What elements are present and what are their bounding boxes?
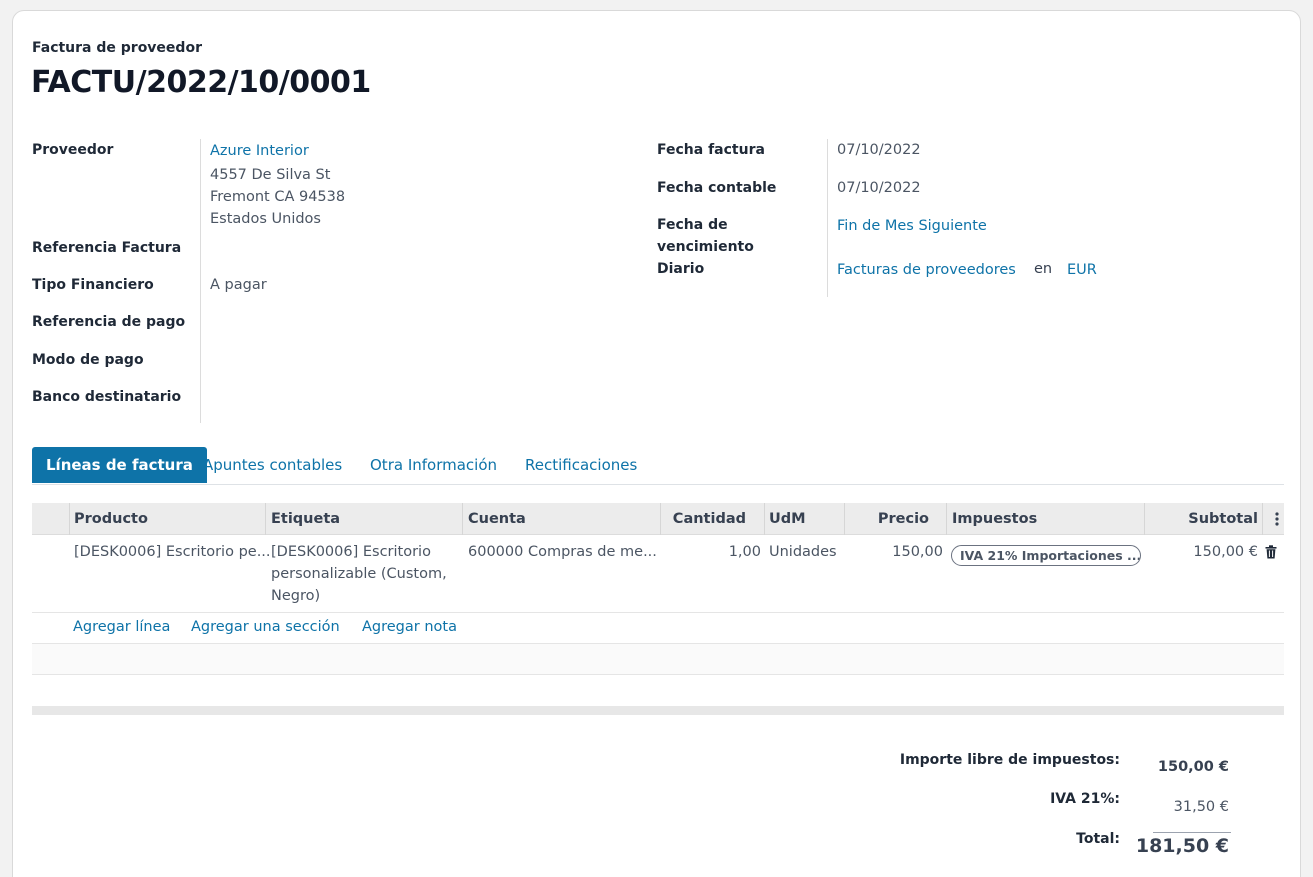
column-separator: [1144, 503, 1145, 535]
currency-link[interactable]: EUR: [1067, 262, 1097, 278]
tax-tag[interactable]: IVA 21% Importaciones ...: [951, 545, 1141, 566]
total-divider: [1153, 832, 1231, 833]
column-separator: [764, 503, 765, 535]
table-footer-bar: [32, 706, 1284, 715]
vendor-city: Fremont CA 94538: [210, 189, 346, 205]
due-date-label: Fecha de: [657, 217, 728, 233]
col-header-quantity[interactable]: Cantidad: [673, 503, 746, 535]
cell-account[interactable]: 600000 Compras de me...: [468, 541, 657, 563]
column-separator: [1262, 503, 1263, 535]
tab-journal-items[interactable]: Apuntes contables: [203, 447, 342, 483]
column-separator: [265, 503, 266, 535]
column-separator: [660, 503, 661, 535]
left-group-separator: [200, 139, 201, 423]
cell-label-line1[interactable]: [DESK0006] Escritorio: [271, 541, 431, 563]
financial-type-value[interactable]: A pagar: [210, 277, 267, 293]
payment-reference-label: Referencia de pago: [32, 314, 186, 330]
vendor-street: 4557 De Silva St: [210, 167, 331, 183]
tax-amount-value: 31,50 €: [1173, 799, 1229, 815]
total-value: 181,50 €: [1135, 835, 1229, 857]
vendor-link[interactable]: Azure Interior: [210, 143, 309, 159]
payment-mode-label: Modo de pago: [32, 352, 144, 368]
add-section-link[interactable]: Agregar una sección: [191, 619, 340, 635]
col-header-account[interactable]: Cuenta: [468, 503, 526, 535]
accounting-date-value[interactable]: 07/10/2022: [837, 180, 921, 196]
col-header-taxes[interactable]: Impuestos: [952, 503, 1037, 535]
col-header-label[interactable]: Etiqueta: [271, 503, 340, 535]
column-separator: [946, 503, 947, 535]
tab-invoice-lines[interactable]: Líneas de factura: [32, 447, 207, 483]
bill-reference-label: Referencia Factura: [32, 240, 182, 256]
invoice-date-value[interactable]: 07/10/2022: [837, 142, 921, 158]
notebook-tabs: Líneas de factura Apuntes contables Otra…: [32, 447, 1284, 485]
invoice-date-label: Fecha factura: [657, 142, 765, 158]
untaxed-amount-value: 150,00 €: [1157, 759, 1229, 775]
tax-amount-label: IVA 21%:: [1050, 791, 1120, 807]
col-header-product[interactable]: Producto: [74, 503, 148, 535]
table-row[interactable]: [DESK0006] Escritorio pe... [DESK0006] E…: [32, 535, 1284, 613]
col-header-subtotal[interactable]: Subtotal: [1188, 503, 1258, 535]
empty-row: [32, 644, 1284, 675]
trash-icon[interactable]: [1265, 541, 1277, 563]
accounting-date-label: Fecha contable: [657, 180, 777, 196]
cell-label-line2[interactable]: personalizable (Custom,: [271, 563, 447, 585]
due-date-label-line2: vencimiento: [657, 239, 754, 255]
journal-in-text: en: [1034, 261, 1053, 277]
right-group-separator: [827, 139, 828, 297]
cell-price[interactable]: 150,00: [892, 541, 943, 563]
kebab-menu-icon[interactable]: [1270, 503, 1284, 535]
recipient-bank-label: Banco destinatario: [32, 389, 182, 405]
tab-other-info[interactable]: Otra Información: [370, 447, 497, 483]
col-header-price[interactable]: Precio: [878, 503, 929, 535]
col-header-uom[interactable]: UdM: [769, 503, 806, 535]
document-title: FACTU/2022/10/0001: [31, 65, 371, 100]
tab-credit-notes[interactable]: Rectificaciones: [525, 447, 637, 483]
journal-link[interactable]: Facturas de proveedores: [837, 262, 1016, 278]
payment-terms-link[interactable]: Fin de Mes Siguiente: [837, 218, 987, 234]
lines-table-header: Producto Etiqueta Cuenta Cantidad UdM Pr…: [32, 503, 1284, 535]
cell-quantity[interactable]: 1,00: [729, 541, 761, 563]
vendor-country: Estados Unidos: [210, 211, 321, 227]
document-type-label: Factura de proveedor: [32, 40, 202, 56]
cell-label-line3[interactable]: Negro): [271, 585, 320, 607]
column-separator: [69, 503, 70, 535]
column-separator: [844, 503, 845, 535]
cell-product[interactable]: [DESK0006] Escritorio pe...: [74, 541, 271, 563]
total-label: Total:: [1076, 831, 1120, 847]
form-sheet: Factura de proveedor FACTU/2022/10/0001 …: [12, 10, 1301, 877]
vendor-label: Proveedor: [32, 142, 114, 158]
add-note-link[interactable]: Agregar nota: [362, 619, 457, 635]
column-separator: [462, 503, 463, 535]
untaxed-amount-label: Importe libre de impuestos:: [899, 752, 1120, 768]
add-line-link[interactable]: Agregar línea: [73, 619, 170, 635]
journal-label: Diario: [657, 261, 705, 277]
financial-type-label: Tipo Financiero: [32, 277, 154, 293]
add-line-row: Agregar línea Agregar una sección Agrega…: [32, 613, 1284, 644]
cell-uom[interactable]: Unidades: [769, 541, 837, 563]
cell-subtotal: 150,00 €: [1193, 544, 1258, 560]
